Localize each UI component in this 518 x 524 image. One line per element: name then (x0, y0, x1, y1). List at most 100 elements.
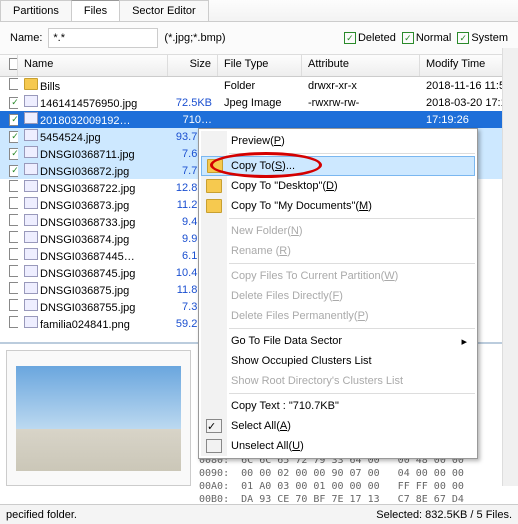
folder-icon (207, 159, 223, 173)
normal-checkbox[interactable]: ✓Normal (402, 32, 451, 44)
row-checkbox[interactable] (9, 265, 18, 277)
t: Preview( (231, 135, 274, 147)
file-name: familia024841.png (40, 319, 130, 331)
scrollbar[interactable] (502, 48, 518, 486)
table-row[interactable]: ✓2018032009192…710…17:19:26 (0, 111, 518, 128)
filter-hint: (*.jpg;*.bmp) (164, 32, 225, 44)
t: New Folder( (231, 225, 291, 237)
row-checkbox[interactable] (9, 214, 18, 226)
status-bar: pecified folder. Selected: 832.5KB / 5 F… (0, 504, 518, 524)
status-right: Selected: 832.5KB / 5 Files. (376, 509, 512, 521)
menu-occupied-clusters[interactable]: Show Occupied Clusters List (201, 351, 475, 371)
menu-select-all[interactable]: ✓Select All(A) (201, 416, 475, 436)
image-icon (24, 316, 38, 328)
deleted-checkbox[interactable]: ✓Deleted (344, 32, 396, 44)
menu-copy-to[interactable]: Copy To(S)... (201, 156, 475, 176)
header-name[interactable]: Name (18, 55, 168, 76)
header-type[interactable]: File Type (218, 55, 302, 76)
file-name: DNSGI0368745.jpg (40, 268, 135, 280)
e: ) (300, 440, 304, 452)
file-name: DNSGI0368755.jpg (40, 302, 135, 314)
k: A (280, 420, 287, 432)
row-checkbox[interactable] (9, 197, 18, 209)
folder-icon (206, 199, 222, 213)
row-checkbox[interactable] (9, 248, 18, 260)
t: Show Root Directory's Clusters List (231, 375, 403, 387)
menu-copy-desktop[interactable]: Copy To "Desktop"(D) (201, 176, 475, 196)
table-row[interactable]: ✓1461414576950.jpg72.5KBJpeg Image-rwxrw… (0, 94, 518, 111)
row-checkbox[interactable]: ✓ (9, 131, 18, 143)
status-left: pecified folder. (6, 509, 77, 521)
image-icon (24, 214, 38, 226)
menu-copy-documents[interactable]: Copy To "My Documents"(M) (201, 196, 475, 216)
e: ) (365, 310, 369, 322)
folder-icon (24, 78, 38, 90)
k: U (292, 440, 300, 452)
deleted-label: Deleted (358, 32, 396, 44)
menu-delete-direct: Delete Files Directly(F) (201, 286, 475, 306)
tab-partitions[interactable]: Partitions (0, 0, 72, 21)
t: Copy Text : "710.7KB" (231, 400, 339, 412)
row-checkbox[interactable]: ✓ (9, 97, 18, 109)
name-filter-input[interactable] (48, 28, 158, 48)
row-checkbox[interactable] (9, 180, 18, 192)
image-icon (24, 197, 38, 209)
main-tabs: Partitions Files Sector Editor (0, 0, 518, 22)
image-icon (24, 248, 38, 260)
k: N (291, 225, 299, 237)
row-checkbox[interactable]: ✓ (9, 165, 18, 177)
header-attr[interactable]: Attribute (302, 55, 420, 76)
row-checkbox[interactable] (9, 316, 18, 328)
header-checkbox[interactable] (9, 58, 18, 70)
row-checkbox[interactable] (9, 299, 18, 311)
file-name: DNSGI036875.jpg (40, 285, 129, 297)
menu-preview[interactable]: Preview(P) (201, 131, 475, 151)
t: Delete Files Directly( (231, 290, 332, 302)
menu-copy-text[interactable]: Copy Text : "710.7KB" (201, 396, 475, 416)
e: ) (395, 270, 399, 282)
e: ) (339, 290, 343, 302)
image-icon (24, 299, 38, 311)
t: Delete Files Permanently( (231, 310, 358, 322)
image-icon (24, 129, 38, 141)
file-name: 1461414576950.jpg (40, 98, 137, 110)
e: ) (287, 420, 291, 432)
file-name: 2018032009192… (40, 115, 131, 127)
row-checkbox[interactable] (9, 282, 18, 294)
header-size[interactable]: Size (168, 55, 218, 76)
system-label: System (471, 32, 508, 44)
image-icon (24, 146, 38, 158)
checkbox-icon (206, 439, 222, 453)
file-name: DNSGI036873.jpg (40, 200, 129, 212)
system-checkbox[interactable]: ✓System (457, 32, 508, 44)
file-name: DNSGI0368722.jpg (40, 183, 135, 195)
table-row[interactable]: BillsFolderdrwxr-xr-x2018-11-16 11:57:58 (0, 77, 518, 94)
context-menu: Preview(P) Copy To(S)... Copy To "Deskto… (198, 128, 478, 459)
t: Copy To "My Documents"( (231, 200, 359, 212)
row-checkbox[interactable] (9, 78, 18, 90)
k: S (275, 160, 282, 172)
file-type: Folder (218, 80, 302, 92)
image-icon (24, 231, 38, 243)
file-name: Bills (40, 81, 60, 93)
image-icon (24, 282, 38, 294)
menu-rename: Rename (R) (201, 241, 475, 261)
e: ) (334, 180, 338, 192)
delete-icon (206, 289, 222, 303)
t: Copy To( (231, 160, 275, 172)
file-size: 72.5KB (168, 97, 218, 109)
tab-sector-editor[interactable]: Sector Editor (119, 0, 209, 21)
t: Select All( (231, 420, 280, 432)
menu-unselect-all[interactable]: Unselect All(U) (201, 436, 475, 456)
row-checkbox[interactable]: ✓ (9, 148, 18, 160)
file-type: Jpeg Image (218, 97, 302, 109)
menu-go-sector[interactable]: Go To File Data Sector▸ (201, 331, 475, 351)
t: Copy To "Desktop"( (231, 180, 326, 192)
tab-files[interactable]: Files (71, 0, 120, 21)
t: Rename ( (231, 245, 279, 257)
row-checkbox[interactable] (9, 231, 18, 243)
row-checkbox[interactable]: ✓ (9, 114, 18, 126)
t: Show Occupied Clusters List (231, 355, 372, 367)
k: R (279, 245, 287, 257)
e: ) (281, 135, 285, 147)
